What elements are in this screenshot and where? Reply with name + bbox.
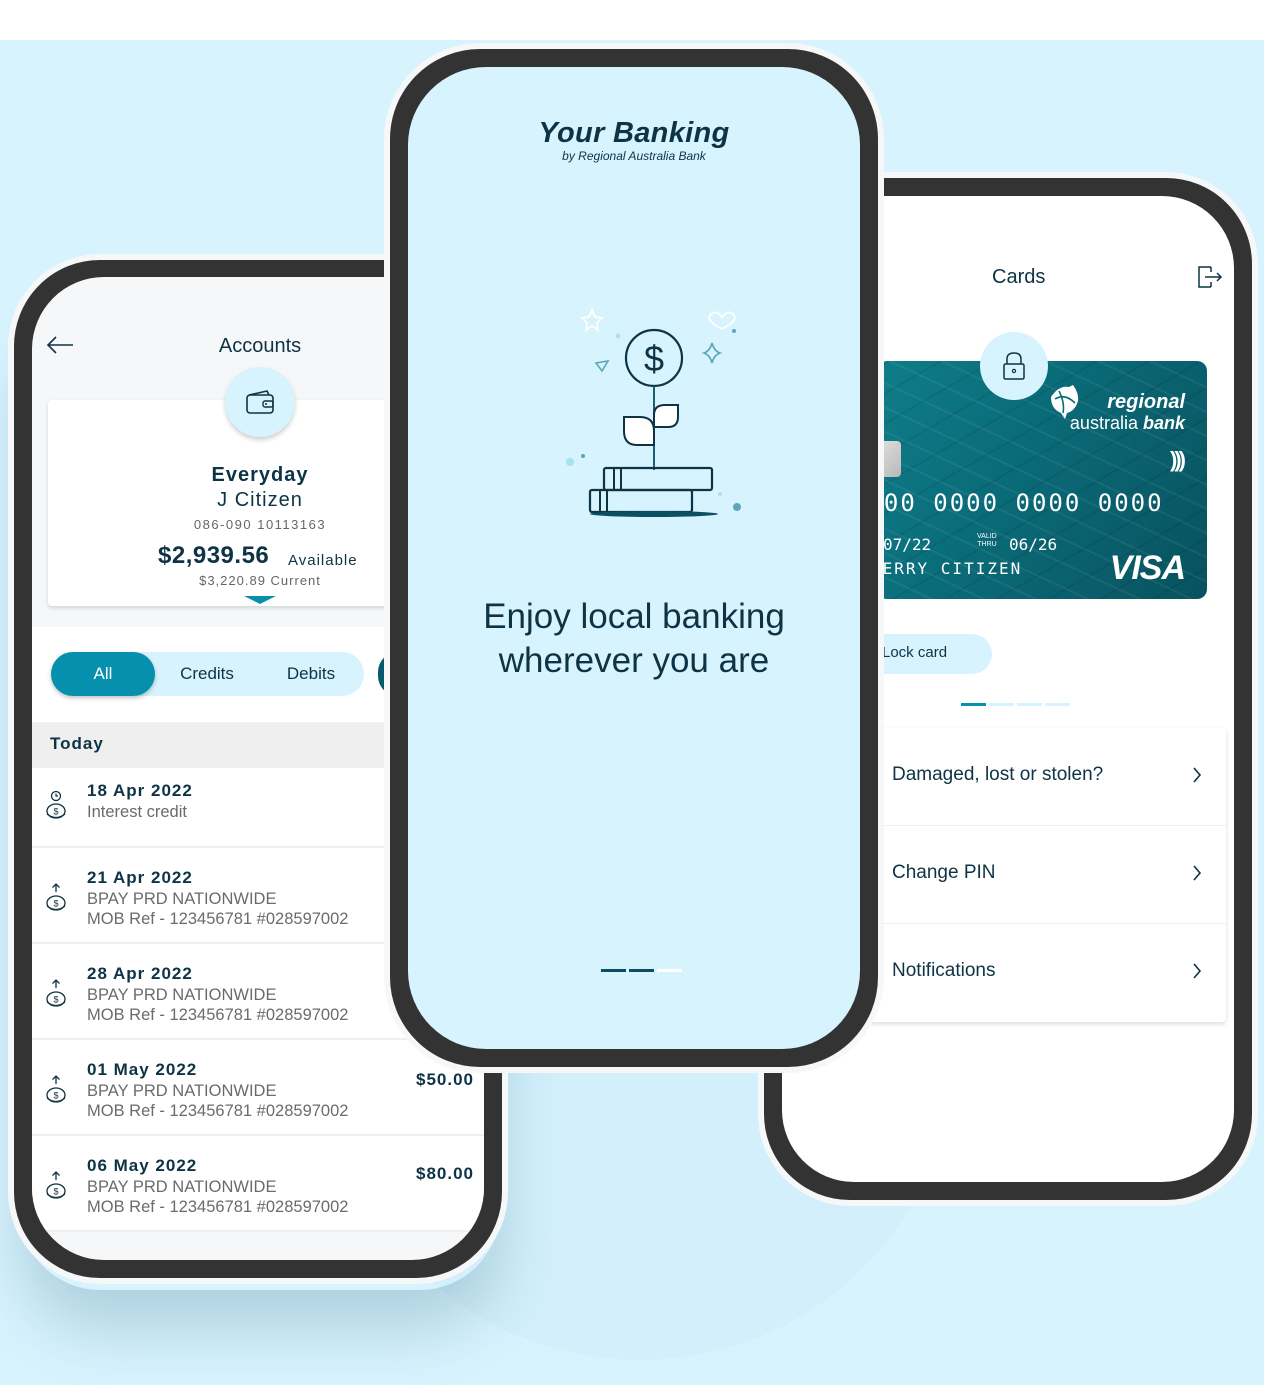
transaction-description: BPAY PRD NATIONWIDE (87, 986, 277, 1004)
progress-step (629, 969, 654, 972)
headline-line-1: Enjoy local banking (483, 597, 785, 636)
available-balance: $2,939.56 (158, 542, 270, 569)
transaction-row[interactable]: $ 01 May 2022 BPAY PRD NATIONWIDE MOB Re… (32, 1040, 484, 1136)
account-icon-badge (225, 367, 295, 437)
transaction-filter-segmented: All Credits Debits (51, 652, 364, 696)
card-brand-light: australia (1069, 413, 1138, 433)
payment-coin-icon: $ (46, 1075, 66, 1103)
lock-card-label: Lock card (882, 644, 948, 661)
transaction-amount: $80.00 (416, 1164, 474, 1183)
brand-subtitle: by Regional Australia Bank (562, 149, 706, 163)
payment-coin-icon: $ (46, 883, 66, 911)
progress-step (601, 969, 626, 972)
triangle-icon (594, 359, 610, 373)
logout-icon[interactable] (1197, 266, 1223, 288)
card-options-menu: Damaged, lost or stolen? Change PIN Noti… (842, 728, 1226, 1022)
card-valid-label: VALID THRU (977, 533, 997, 549)
onboarding-phone: Your Banking by Regional Australia Bank … (384, 43, 884, 1073)
bank-card[interactable]: regional australia bank ))) 0000 0000 00… (877, 361, 1207, 599)
carousel-dot[interactable] (961, 703, 986, 706)
card-valid-from: 07/22 (883, 535, 932, 554)
valid-label-top: VALID (977, 533, 997, 540)
menu-item-label: Notifications (892, 960, 996, 981)
card-number: 0000 0000 0000 0000 (877, 489, 1164, 517)
padlock-icon (1003, 352, 1025, 380)
contactless-icon: ))) (1170, 447, 1186, 472)
chevron-right-icon (1193, 767, 1202, 783)
visa-logo: VISA (1109, 549, 1186, 587)
filter-credits-button[interactable]: Credits (155, 652, 259, 696)
svg-text:$: $ (644, 338, 664, 379)
onboarding-headline: Enjoy local banking wherever you are (408, 595, 860, 683)
transaction-reference: MOB Ref - 123456781 #028597002 (87, 1006, 349, 1024)
onboarding-progress-indicator (601, 969, 682, 972)
headline-line-2: wherever you are (498, 641, 770, 680)
transaction-date: 21 Apr 2022 (87, 868, 193, 887)
svg-text:$: $ (53, 1187, 58, 1197)
transaction-amount: $50.00 (416, 1070, 474, 1089)
wallet-icon (246, 390, 274, 414)
transaction-date: 06 May 2022 (87, 1156, 198, 1175)
page-title: Cards (992, 266, 1046, 288)
onboarding-screen: Your Banking by Regional Australia Bank … (408, 67, 860, 1049)
carousel-dot[interactable] (1017, 703, 1042, 706)
menu-item-label: Damaged, lost or stolen? (892, 764, 1104, 785)
carousel-dot[interactable] (1045, 703, 1070, 706)
star-icon (580, 307, 604, 332)
progress-step (657, 969, 682, 972)
card-brand-bold: bank (1142, 413, 1185, 433)
card-brand-line1: regional (1107, 391, 1185, 413)
transaction-description: Interest credit (87, 803, 187, 821)
card-valid-thru: 06/26 (1009, 535, 1058, 554)
filter-all-button[interactable]: All (51, 652, 155, 696)
transaction-date: 18 Apr 2022 (87, 781, 193, 800)
expand-caret-icon[interactable] (244, 596, 276, 604)
transaction-row[interactable]: $ 06 May 2022 BPAY PRD NATIONWIDE MOB Re… (32, 1136, 484, 1232)
card-carousel-indicator (961, 703, 1070, 706)
transaction-description: BPAY PRD NATIONWIDE (87, 890, 277, 908)
payment-coin-icon: $ (46, 979, 66, 1007)
svg-text:$: $ (53, 995, 58, 1005)
available-label: Available (288, 552, 358, 569)
svg-text:$: $ (53, 807, 58, 817)
payment-coin-icon: $ (46, 1171, 66, 1199)
menu-item-notifications[interactable]: Notifications (842, 924, 1226, 1022)
transaction-description: BPAY PRD NATIONWIDE (87, 1178, 277, 1196)
card-holder: JERRY CITIZEN (877, 559, 1023, 578)
money-plant-illustration: $ (566, 307, 741, 517)
sparkle-icon (701, 342, 723, 364)
menu-item-label: Change PIN (892, 862, 996, 883)
chevron-right-icon (1193, 865, 1202, 881)
lock-status-badge (980, 332, 1048, 400)
brand-title: Your Banking (538, 117, 730, 149)
card-brand-line2: australia bank (1070, 413, 1185, 434)
filter-debits-button[interactable]: Debits (259, 652, 363, 696)
svg-text:$: $ (53, 1091, 58, 1101)
transaction-reference: MOB Ref - 123456781 #028597002 (87, 1102, 349, 1120)
transaction-date: 01 May 2022 (87, 1060, 198, 1079)
interest-coin-icon: $ (46, 790, 66, 819)
transaction-reference: MOB Ref - 123456781 #028597002 (87, 1198, 349, 1216)
valid-label-bottom: THRU (977, 541, 997, 548)
chevron-right-icon (1193, 963, 1202, 979)
section-label: Today (50, 734, 104, 753)
transaction-reference: MOB Ref - 123456781 #028597002 (87, 910, 349, 928)
menu-item-damaged-lost-stolen[interactable]: Damaged, lost or stolen? (842, 728, 1226, 826)
menu-item-change-pin[interactable]: Change PIN (842, 826, 1226, 924)
carousel-dot[interactable] (989, 703, 1014, 706)
heart-icon (708, 311, 736, 331)
transaction-date: 28 Apr 2022 (87, 964, 193, 983)
svg-text:$: $ (53, 899, 58, 909)
transaction-description: BPAY PRD NATIONWIDE (87, 1082, 277, 1100)
